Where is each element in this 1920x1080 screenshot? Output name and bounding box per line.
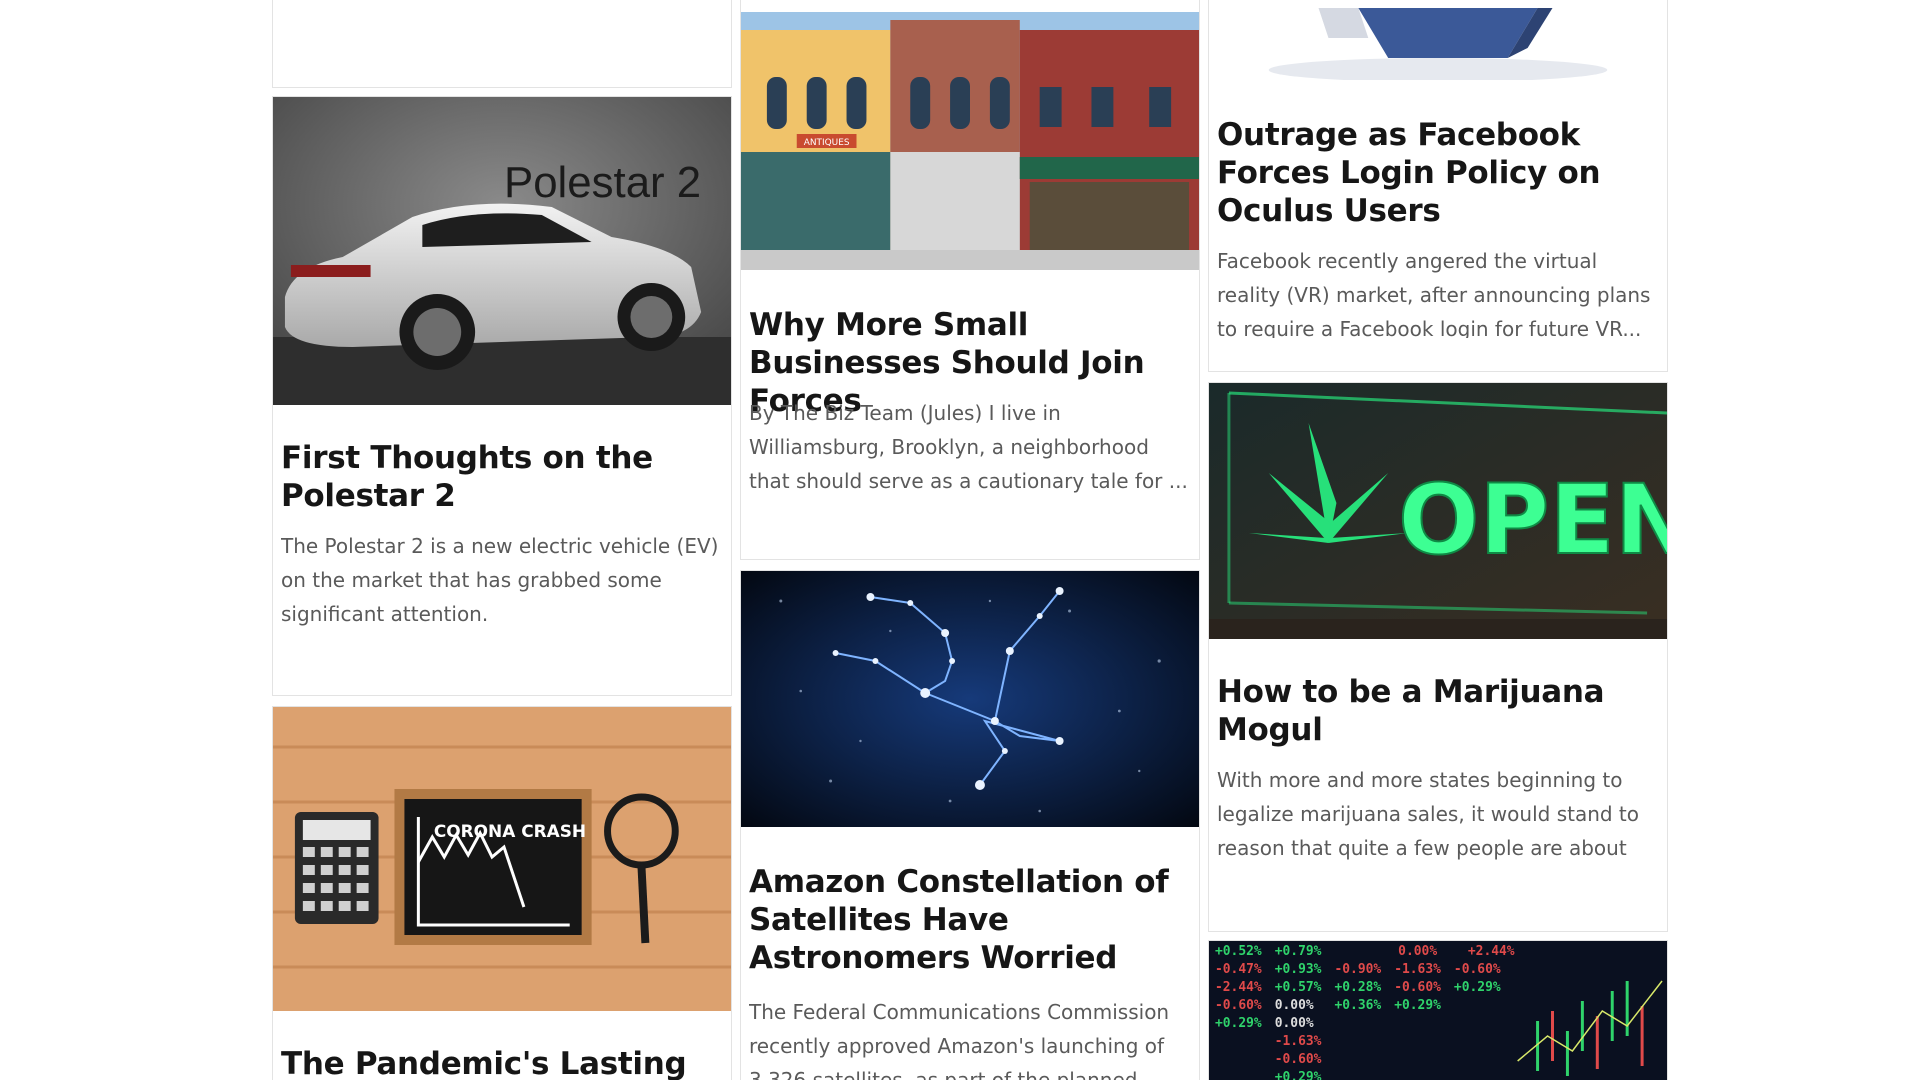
- ticker-value: +0.36%: [1334, 998, 1381, 1013]
- article-excerpt: By The Biz Team (Jules) I live in Willia…: [749, 401, 1188, 493]
- article-excerpt: The Federal Communications Commission re…: [749, 1000, 1170, 1080]
- constellation-image[interactable]: [741, 571, 1199, 827]
- ticker-value: 0.00%: [1398, 944, 1437, 959]
- article-card-marijuana-mogul[interactable]: OPEN How to be a Marijuana Mogul With mo…: [1208, 382, 1668, 932]
- article-card-amazon-satellites[interactable]: Amazon Constellation of Satellites Have …: [740, 570, 1200, 1080]
- ticker-value: -0.60%: [1394, 980, 1441, 995]
- ticker-value: +0.29%: [1454, 980, 1501, 995]
- ticker-value: +0.28%: [1334, 980, 1381, 995]
- article-title[interactable]: How to be a Marijuana Mogul: [1217, 673, 1659, 749]
- article-card-polestar[interactable]: Polestar 2 First Thoughts on the Polesta…: [272, 96, 732, 696]
- polestar-image-text: Polestar 2: [504, 158, 701, 207]
- article-card-pandemic[interactable]: CORONA CRASH The Pandemic's Lasting: [272, 706, 732, 1080]
- facebook-logo-image[interactable]: [1209, 8, 1667, 80]
- article-excerpt: The Polestar 2 is a new electric vehicle…: [281, 534, 719, 626]
- article-card-top-partial[interactable]: [272, 0, 732, 88]
- article-card-stock-market[interactable]: +0.52% +0.79% 0.00% +2.44% -0.47% +0.93%…: [1208, 940, 1668, 1080]
- ticker-value: +0.29%: [1215, 1016, 1262, 1031]
- article-excerpt: With more and more states beginning to l…: [1217, 768, 1640, 860]
- open-sign-text: OPEN: [1398, 464, 1667, 576]
- ticker-value: +0.29%: [1394, 998, 1441, 1013]
- antiques-sign-text: ANTIQUES: [804, 138, 850, 148]
- ticker-value: 0.00%: [1275, 998, 1314, 1013]
- corona-crash-chalkboard-image[interactable]: CORONA CRASH: [273, 707, 731, 1011]
- ticker-value: -0.90%: [1334, 962, 1381, 977]
- article-title[interactable]: Amazon Constellation of Satellites Have …: [749, 863, 1191, 977]
- open-sign-image[interactable]: OPEN: [1209, 383, 1667, 639]
- ticker-value: -1.63%: [1275, 1034, 1322, 1049]
- ticker-value: +0.79%: [1275, 944, 1322, 959]
- article-title[interactable]: The Pandemic's Lasting: [281, 1045, 723, 1080]
- article-card-facebook-oculus[interactable]: Outrage as Facebook Forces Login Policy …: [1208, 0, 1668, 372]
- polestar-car-image[interactable]: Polestar 2: [273, 97, 731, 405]
- ticker-value: +0.93%: [1275, 962, 1322, 977]
- article-card-small-businesses[interactable]: ANTIQUES Why More Small Businesses Shoul…: [740, 0, 1200, 560]
- ticker-value: +2.44%: [1468, 944, 1515, 959]
- ticker-value: 0.00%: [1275, 1016, 1314, 1031]
- storefronts-image[interactable]: ANTIQUES: [741, 12, 1199, 270]
- ticker-value: -0.47%: [1215, 962, 1262, 977]
- ticker-value: -0.60%: [1275, 1052, 1322, 1067]
- ticker-value: -0.60%: [1454, 962, 1501, 977]
- stock-ticker-image[interactable]: +0.52% +0.79% 0.00% +2.44% -0.47% +0.93%…: [1209, 941, 1667, 1080]
- article-title[interactable]: First Thoughts on the Polestar 2: [281, 439, 723, 515]
- ticker-value: -2.44%: [1215, 980, 1262, 995]
- ticker-value: -0.60%: [1215, 998, 1262, 1013]
- article-excerpt: Facebook recently angered the virtual re…: [1217, 249, 1651, 338]
- ticker-value: +0.52%: [1215, 944, 1262, 959]
- ticker-value: +0.29%: [1275, 1070, 1322, 1080]
- ticker-value: +0.57%: [1275, 980, 1322, 995]
- article-title[interactable]: Outrage as Facebook Forces Login Policy …: [1217, 116, 1659, 230]
- ticker-value: -1.63%: [1394, 962, 1441, 977]
